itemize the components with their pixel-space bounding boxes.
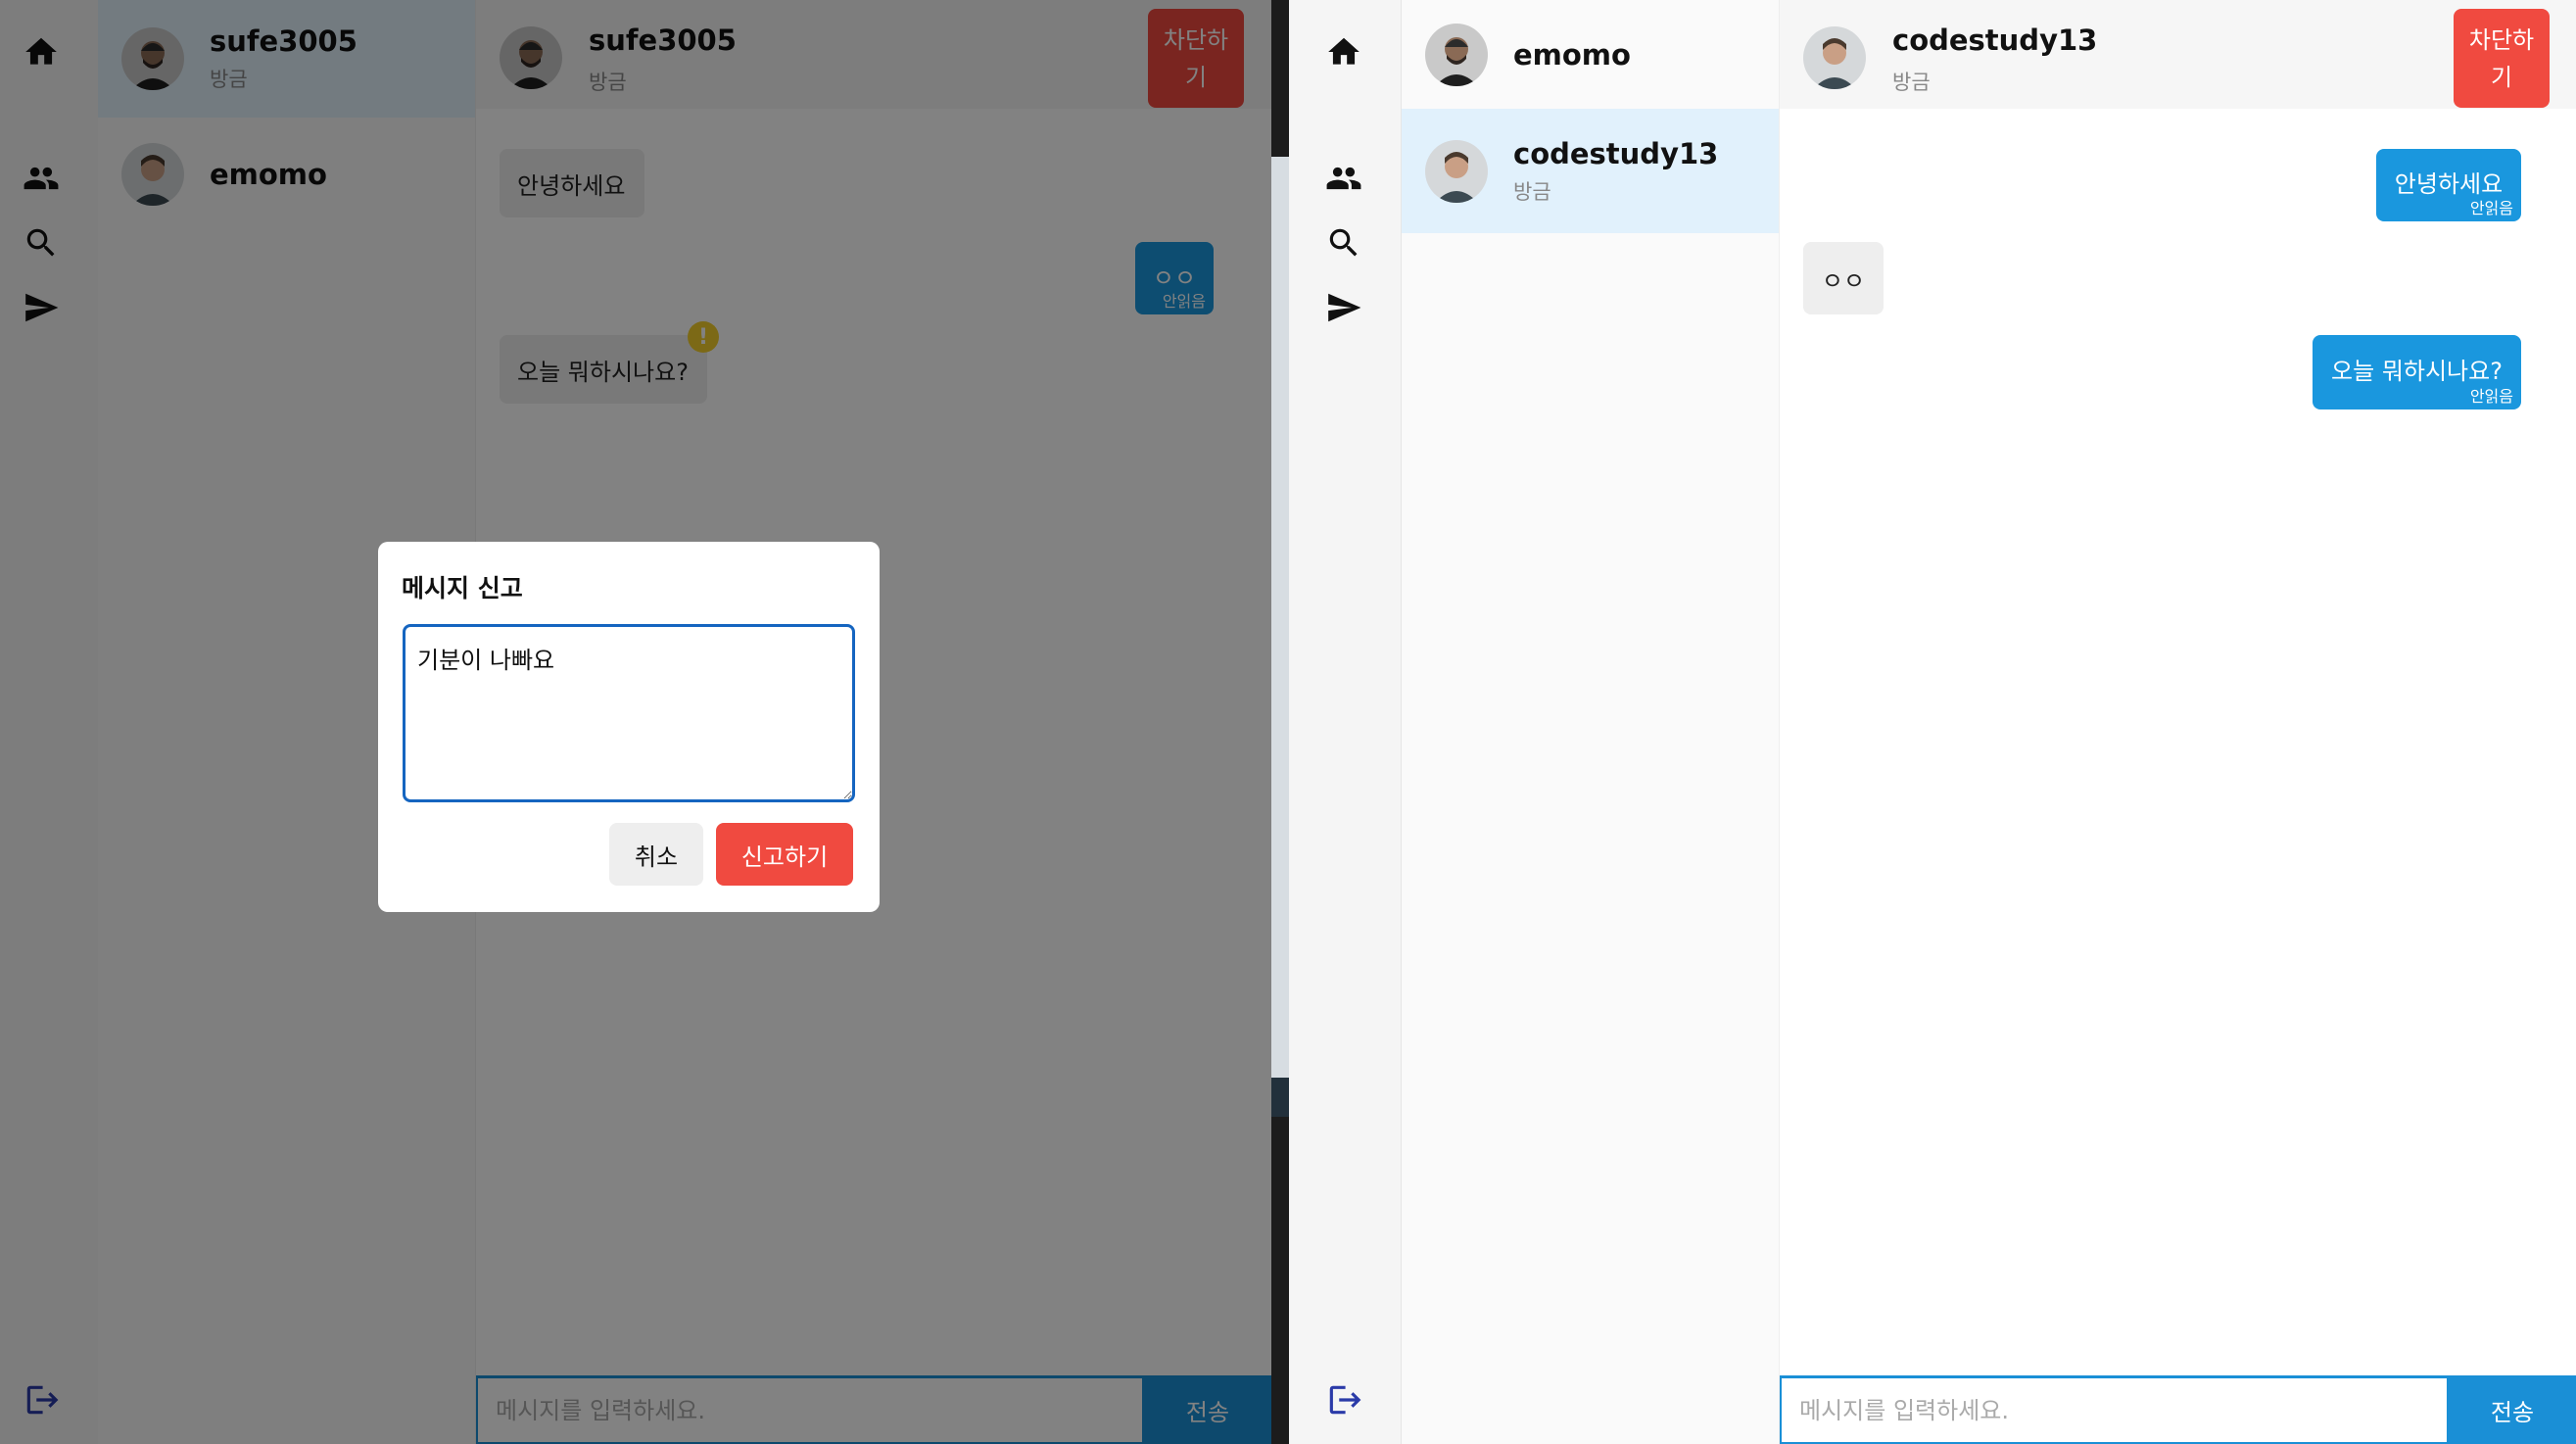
window-divider [1271,0,1289,1444]
send-button[interactable]: 전송 [2449,1375,2576,1444]
block-button[interactable]: 차단하기 [2454,9,2550,108]
message-input[interactable] [1780,1378,2449,1444]
send-icon[interactable] [1324,288,1363,327]
chat-partner-name: codestudy13 [1892,24,2098,57]
chat-partner-status: 방금 [1892,71,1931,94]
avatar [1803,26,1866,89]
message-text: 안녕하세요 [2394,169,2504,198]
message-bubble[interactable]: 안녕하세요 안읽음 [2376,149,2521,221]
search-icon[interactable] [1324,223,1363,263]
message-text: ㅇㅇ [1821,266,1866,295]
conversation-time: 방금 [1513,179,1551,204]
chat-panel: codestudy13 방금 차단하기 안녕하세요 안읽음 ㅇㅇ 오늘 뭐하시나… [1780,0,2576,1444]
conversation-name: codestudy13 [1513,136,1719,170]
background-window-edge [1271,157,1289,1097]
read-status: 안읽음 [2469,199,2513,217]
avatar [1425,23,1488,86]
right-chat-window: emomo codestudy13 방금 codestudy13 방금 차단하기… [1289,0,2576,1444]
friends-icon[interactable] [1324,159,1363,198]
report-modal: 메시지 신고 취소 신고하기 [378,542,880,912]
conversation-item-emomo[interactable]: emomo [1402,0,1779,109]
read-status: 안읽음 [2469,387,2513,406]
message-bubble[interactable]: ㅇㅇ [1803,242,1884,314]
home-icon[interactable] [1324,32,1363,72]
chat-header: codestudy13 방금 차단하기 [1780,0,2576,109]
nav-rail [1289,0,1402,1444]
report-submit-button[interactable]: 신고하기 [716,823,853,886]
report-reason-input[interactable] [403,624,855,802]
avatar [1425,139,1488,203]
left-chat-window: sufe3005 방금 emomo sufe3005 방금 차단하기 안녕하세요 [0,0,1271,1444]
logout-icon[interactable] [1324,1380,1363,1420]
background-window-edge [1271,1078,1289,1117]
message-text: 오늘 뭐하시나요? [2331,357,2503,385]
conversation-name: emomo [1513,37,1631,72]
cancel-button[interactable]: 취소 [609,823,703,886]
conversation-list: emomo codestudy13 방금 [1402,0,1780,1444]
conversation-item-codestudy13[interactable]: codestudy13 방금 [1402,109,1779,233]
message-composer: 전송 [1780,1375,2576,1444]
modal-title: 메시지 신고 [402,574,523,602]
message-bubble[interactable]: 오늘 뭐하시나요? 안읽음 [2313,335,2521,409]
